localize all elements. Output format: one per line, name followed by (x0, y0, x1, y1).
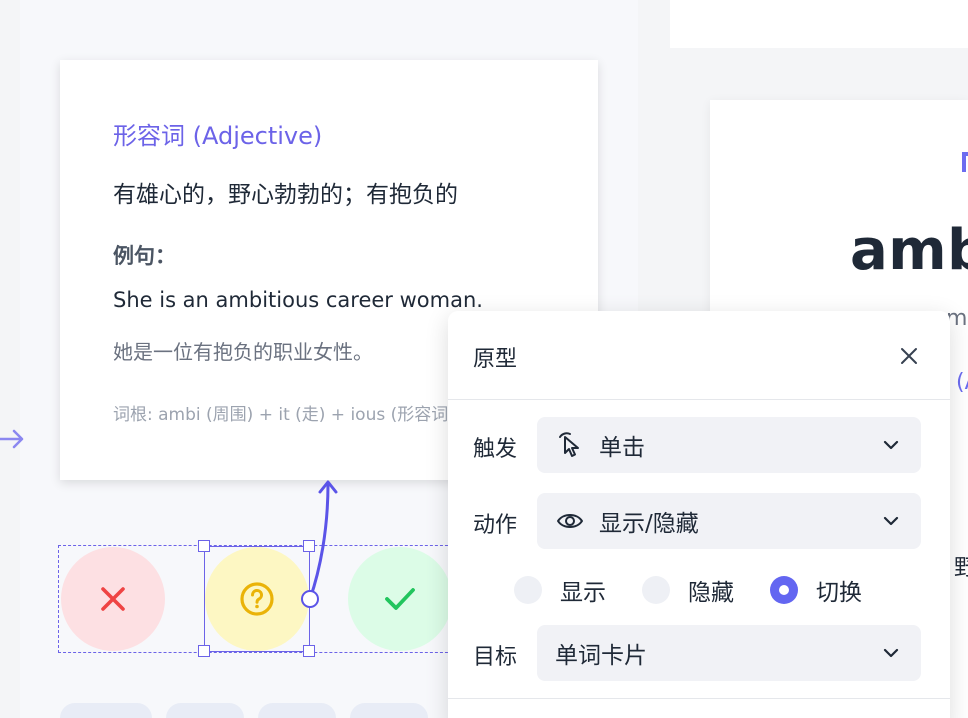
radio-hide-label: 隐藏 (688, 580, 734, 606)
tag-chip[interactable] (258, 703, 336, 718)
radio-toggle-dot (770, 576, 798, 604)
action-label: 动作 (473, 513, 518, 538)
prototype-panel: 原型 触发 单击 动作 显示/隐藏 显示 隐藏 切换 目标 单词卡片 (448, 311, 950, 718)
radio-hide[interactable]: 隐藏 (642, 573, 734, 607)
prototype-connection-arrow[interactable] (290, 470, 350, 620)
chevron-down-icon (883, 516, 899, 526)
close-button[interactable] (894, 341, 924, 371)
panel-title: 原型 (473, 347, 518, 372)
target-label: 目标 (473, 645, 518, 670)
check-icon (385, 588, 415, 610)
preview-part-of-speech: (A (956, 370, 968, 395)
wrong-button[interactable] (61, 547, 165, 651)
trigger-value: 单击 (599, 435, 645, 461)
example-label: 例句： (113, 244, 176, 268)
target-select[interactable]: 单词卡片 (537, 625, 921, 681)
radio-hide-dot (642, 576, 670, 604)
correct-button[interactable] (348, 547, 452, 651)
preview-meaning: 野 (954, 556, 968, 581)
chevron-down-icon (883, 648, 899, 658)
accent-mark (962, 152, 968, 172)
resize-handle-top-left[interactable] (198, 540, 210, 552)
trigger-select[interactable]: 单击 (537, 417, 921, 473)
radio-show-label: 显示 (560, 580, 606, 606)
resize-handle-bottom-left[interactable] (198, 645, 210, 657)
trigger-label: 触发 (473, 437, 518, 462)
close-icon (901, 348, 917, 364)
chevron-down-icon (883, 440, 899, 450)
x-icon (101, 587, 125, 611)
action-select[interactable]: 显示/隐藏 (537, 493, 921, 549)
word-root: 词根: ambi (周围) + it (走) + ious (形容词后缀) (113, 405, 489, 425)
panel-header: 原型 (448, 311, 950, 400)
example-chinese: 她是一位有抱负的职业女性。 (113, 340, 373, 364)
panel-divider (448, 698, 950, 699)
target-value: 单词卡片 (555, 643, 647, 669)
pointer-click-icon (555, 430, 585, 460)
tag-chip[interactable] (350, 703, 428, 718)
radio-toggle-label: 切换 (816, 580, 862, 606)
radio-show[interactable]: 显示 (514, 573, 606, 607)
incoming-arrow-icon (0, 429, 24, 449)
eye-icon (555, 506, 585, 536)
resize-handle-bottom-right[interactable] (303, 645, 315, 657)
example-english: She is an ambitious career woman. (113, 288, 483, 312)
preview-word: ambi (850, 218, 968, 283)
word-meaning: 有雄心的，野心勃勃的；有抱负的 (113, 182, 458, 208)
tag-chip[interactable] (60, 703, 152, 718)
action-value: 显示/隐藏 (599, 511, 699, 537)
tag-chip[interactable] (166, 703, 244, 718)
radio-show-dot (514, 576, 542, 604)
radio-toggle[interactable]: 切换 (770, 573, 862, 607)
right-top-bar (670, 0, 968, 48)
part-of-speech: 形容词 (Adjective) (113, 122, 323, 150)
